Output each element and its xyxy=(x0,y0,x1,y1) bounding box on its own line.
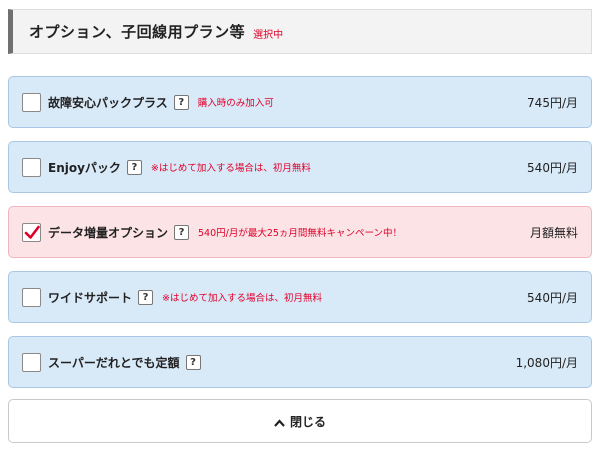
option-price: 月額無料 xyxy=(529,225,578,240)
option-note: ※はじめて加入する場合は、初月無料 xyxy=(150,163,311,174)
option-checkbox[interactable] xyxy=(22,287,41,307)
option-name: Enjoyパック xyxy=(48,160,121,175)
option-price: 540円/月 xyxy=(527,160,578,175)
option-price: 745円/月 xyxy=(527,95,578,110)
option-note: 購入時のみ加入可 xyxy=(197,98,274,109)
option-name: 故障安心パックプラス xyxy=(48,95,168,110)
option-row-super-teigaku[interactable]: スーパーだれとでも定額 ? 1,080円/月 xyxy=(8,336,592,388)
option-name: スーパーだれとでも定額 xyxy=(48,355,180,370)
section-header: オプション、子回線用プラン等 選択中 xyxy=(8,9,592,54)
option-checkbox[interactable] xyxy=(22,92,41,112)
section-title: オプション、子回線用プラン等 xyxy=(29,23,246,41)
option-row-data-zoryo[interactable]: データ増量オプション ? 540円/月が最大25ヵ月間無料キャンペーン中！ 月額… xyxy=(8,206,592,258)
checkmark-icon xyxy=(24,225,40,239)
help-icon[interactable]: ? xyxy=(138,289,154,305)
option-price: 540円/月 xyxy=(527,290,578,305)
option-note: 540円/月が最大25ヵ月間無料キャンペーン中！ xyxy=(198,228,402,239)
option-note: ※はじめて加入する場合は、初月無料 xyxy=(162,293,322,304)
option-checkbox[interactable] xyxy=(22,352,41,372)
close-button-label: 閉じる xyxy=(289,414,326,429)
option-name: ワイドサポート xyxy=(48,290,133,305)
help-icon[interactable]: ? xyxy=(126,159,142,175)
help-icon[interactable]: ? xyxy=(185,354,201,370)
option-checkbox-checked[interactable] xyxy=(22,222,41,242)
option-name: データ増量オプション xyxy=(48,225,169,240)
option-checkbox[interactable] xyxy=(22,157,41,177)
option-price: 1,080円/月 xyxy=(515,355,578,370)
option-row-kosho-anshin[interactable]: 故障安心パックプラス ? 購入時のみ加入可 745円/月 xyxy=(8,76,592,128)
close-button[interactable]: 閉じる xyxy=(8,399,592,443)
help-icon[interactable]: ? xyxy=(173,94,189,110)
option-row-enjoy-pack[interactable]: Enjoyパック ? ※はじめて加入する場合は、初月無料 540円/月 xyxy=(8,141,592,193)
option-row-wide-support[interactable]: ワイドサポート ? ※はじめて加入する場合は、初月無料 540円/月 xyxy=(8,271,592,323)
help-icon[interactable]: ? xyxy=(174,224,190,240)
selected-badge: 選択中 xyxy=(253,30,284,41)
chevron-up-icon xyxy=(274,412,285,431)
